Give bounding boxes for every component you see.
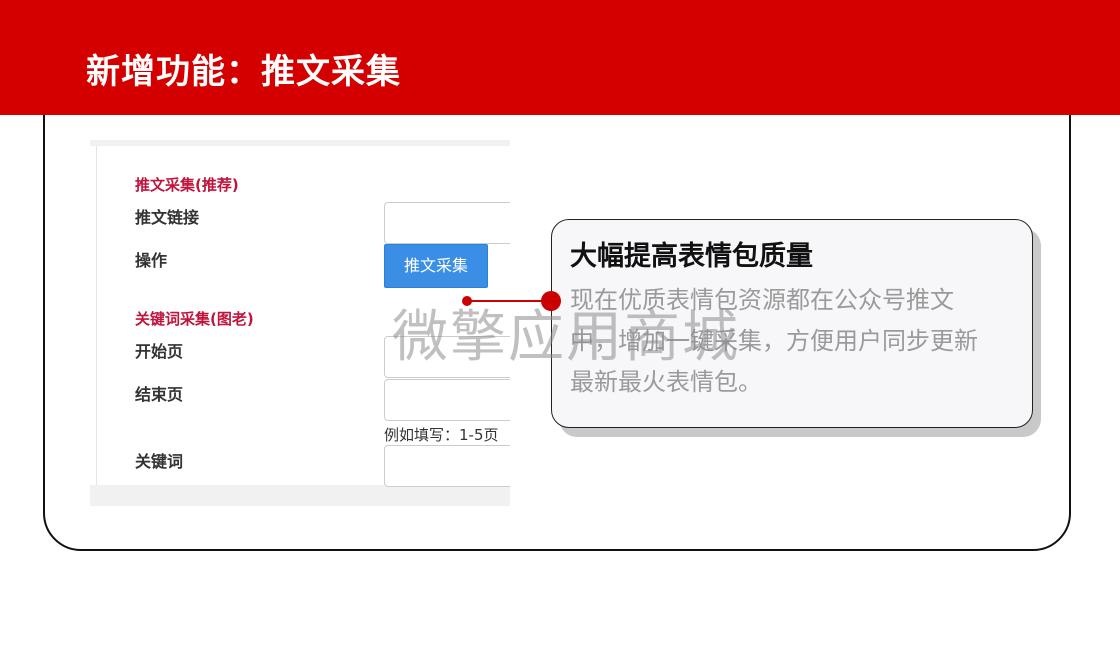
keyword-input[interactable] [384, 445, 510, 487]
section-title-article-collect: 推文采集(推荐) [135, 176, 239, 194]
screenshot-left-border [96, 146, 97, 486]
collect-article-button[interactable]: 推文采集 [384, 244, 488, 288]
watermark: 微擎应用商城 [392, 305, 740, 370]
callout-title: 大幅提高表情包质量 [570, 241, 813, 272]
action-label: 操作 [135, 251, 168, 270]
section-title-keyword-collect: 关键词采集(图老) [135, 310, 254, 328]
page-title: 新增功能：推文采集 [86, 52, 401, 92]
page-hint: 例如填写：1-5页 [384, 426, 499, 444]
article-link-input[interactable] [384, 202, 510, 244]
keyword-label: 关键词 [135, 452, 184, 471]
start-page-label: 开始页 [135, 342, 184, 361]
screenshot-bottom-border [90, 485, 510, 506]
end-page-input[interactable] [384, 379, 510, 421]
end-page-label: 结束页 [135, 385, 184, 404]
article-link-label: 推文链接 [135, 208, 200, 227]
screenshot-top-border [90, 140, 510, 146]
